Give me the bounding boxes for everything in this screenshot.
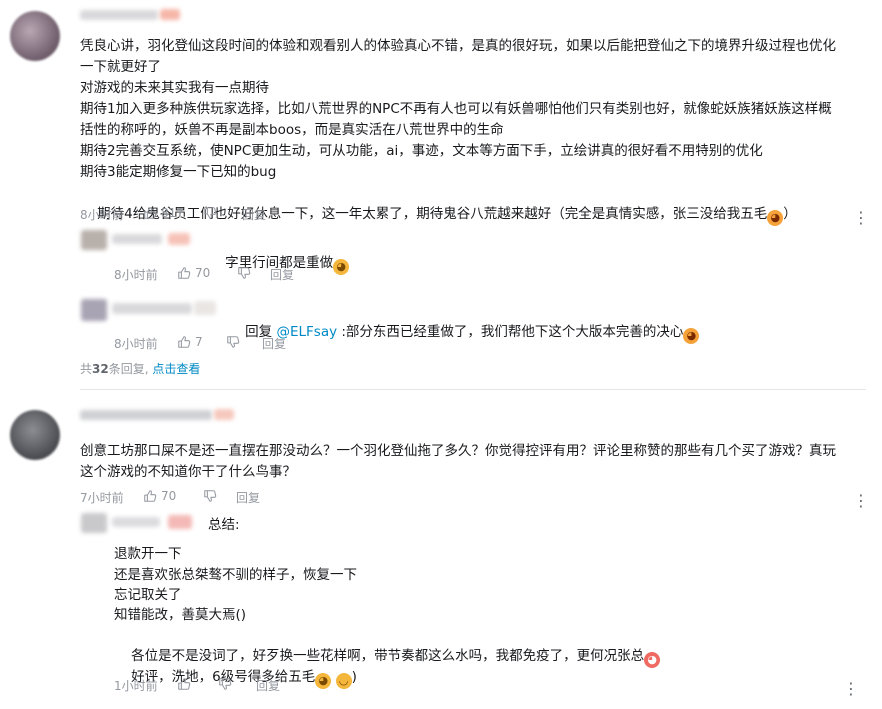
more-vertical-icon[interactable]: ⋮ [853, 493, 869, 509]
reply-time: 1小时前 [114, 679, 158, 693]
thumbs-up-icon [143, 206, 157, 220]
user-level-badge [168, 233, 190, 245]
reply-button[interactable]: 回复 [262, 335, 286, 352]
username[interactable] [112, 234, 162, 244]
avatar[interactable] [81, 299, 107, 321]
reply-line: 退款开一下 [114, 546, 182, 562]
comment-line: 创意工坊那口屎不是还一直摆在那没动么？一个羽化登仙拖了多久？你觉得控评有用？评论… [80, 443, 836, 459]
thumbs-down-icon [218, 677, 232, 691]
reply-text-content: :部分东西已经重做了，我们帮他下这个大版本完善的决心 [337, 323, 684, 340]
dislike-button[interactable] [226, 335, 240, 349]
comment-line: 一下就更好了 [80, 59, 161, 75]
cat-emoji-icon: ◕ [683, 327, 700, 344]
cat-emoji-icon: ◕ [767, 209, 784, 226]
comment-line: 期待1加入更多种族供玩家选择，比如八荒世界的NPC不再有人也可以有妖兽哪怕他们只… [80, 101, 832, 117]
reply-label: 总结: [208, 517, 240, 533]
comment-line: 这个游戏的不知道你干了什么鸟事？ [80, 464, 296, 480]
more-vertical-icon[interactable]: ⋮ [853, 210, 869, 226]
reply-time: 8小时前 [114, 337, 158, 351]
reply-text: 字里行间都是重做 ◕ [208, 232, 350, 295]
like-button[interactable]: 70 [143, 489, 176, 503]
dislike-button[interactable] [203, 206, 217, 220]
comment-line: 凭良心讲，羽化登仙这段时间的体验和观看别人的体验真心不错，是真的很好玩，如果以后… [80, 38, 836, 54]
reply-summary: 共32条回复, 点击查看 [80, 360, 200, 377]
reply-text: 回复 @ELFsay :部分东西已经重做了，我们帮他下这个大版本完善的决心 ◕ [228, 301, 700, 364]
dislike-button[interactable] [203, 489, 217, 503]
thumbs-up-icon [177, 335, 191, 349]
reply-button[interactable]: 回复 [242, 206, 266, 223]
like-button[interactable] [177, 677, 191, 691]
username[interactable] [80, 10, 158, 20]
like-button[interactable]: 70 [177, 266, 210, 280]
like-count: 817 [161, 206, 184, 220]
comment-line: 期待2完善交互系统，使NPC更加生动，可从功能，ai，事迹，文本等方面下手，立绘… [80, 143, 763, 159]
reply-line-suffix: ) [351, 668, 357, 685]
dislike-button[interactable] [237, 266, 251, 280]
cat-emoji-icon: ◕ [333, 258, 350, 275]
user-level-badge [160, 9, 180, 20]
avatar[interactable] [10, 410, 60, 460]
avatar[interactable] [10, 11, 60, 61]
reply-button[interactable]: 回复 [236, 489, 260, 506]
reply-button[interactable]: 回复 [270, 266, 294, 283]
reply-summary-mid: 条回复, [108, 362, 153, 376]
comment-time: 7小时前 [80, 491, 124, 505]
thumbs-down-icon [203, 206, 217, 220]
reply-line: 知错能改，善莫大焉() [114, 607, 247, 623]
like-count: 7 [195, 335, 203, 349]
user-level-badge [214, 409, 234, 420]
thumbs-down-icon [237, 266, 251, 280]
cat-emoji-icon: ◕ [315, 672, 332, 689]
angry-emoji-icon: ◕ [644, 651, 661, 668]
thumbs-down-icon [203, 489, 217, 503]
reply-line: 忘记取关了 [114, 587, 182, 603]
dislike-button[interactable] [218, 677, 232, 691]
username[interactable] [80, 410, 212, 420]
user-level-badge [194, 301, 216, 315]
comment-line: 对游戏的未来其实我有一点期待 [80, 80, 269, 96]
comment-line-suffix: ） [783, 205, 797, 222]
reply-summary-prefix: 共 [80, 362, 93, 376]
reply-count: 32 [92, 362, 109, 376]
thumbs-up-icon [177, 677, 191, 691]
user-level-badge [168, 515, 192, 529]
like-button[interactable]: 817 [143, 206, 184, 220]
reply-button[interactable]: 回复 [256, 677, 280, 694]
like-count: 70 [161, 489, 177, 503]
like-count: 70 [195, 266, 211, 280]
thumbs-down-icon [226, 335, 240, 349]
comment-time: 8小时前 [80, 208, 124, 222]
reply-line: 还是喜欢张总桀骜不驯的样子，恢复一下 [114, 567, 357, 583]
username[interactable] [112, 517, 160, 527]
reply-time: 8小时前 [114, 268, 158, 282]
comment-line-text: 期待4给鬼谷员工们也好好休息一下，这一年太累了，期待鬼谷八荒越来越好（完全是真情… [97, 205, 768, 222]
comment-line: 括性的称呼的，妖兽不再是副本boos，而是真实活在八荒世界中的生命 [80, 122, 504, 138]
like-button[interactable]: 7 [177, 335, 203, 349]
thumbs-up-icon [177, 266, 191, 280]
comment-line: 期待3能定期修复一下已知的bug [80, 164, 277, 180]
grin-emoji-icon: ◡ [335, 672, 352, 689]
view-replies-link[interactable]: 点击查看 [152, 362, 200, 376]
comment-divider [80, 389, 866, 390]
username[interactable] [112, 303, 192, 314]
avatar[interactable] [81, 230, 107, 250]
avatar[interactable] [81, 513, 107, 533]
thumbs-up-icon [143, 489, 157, 503]
